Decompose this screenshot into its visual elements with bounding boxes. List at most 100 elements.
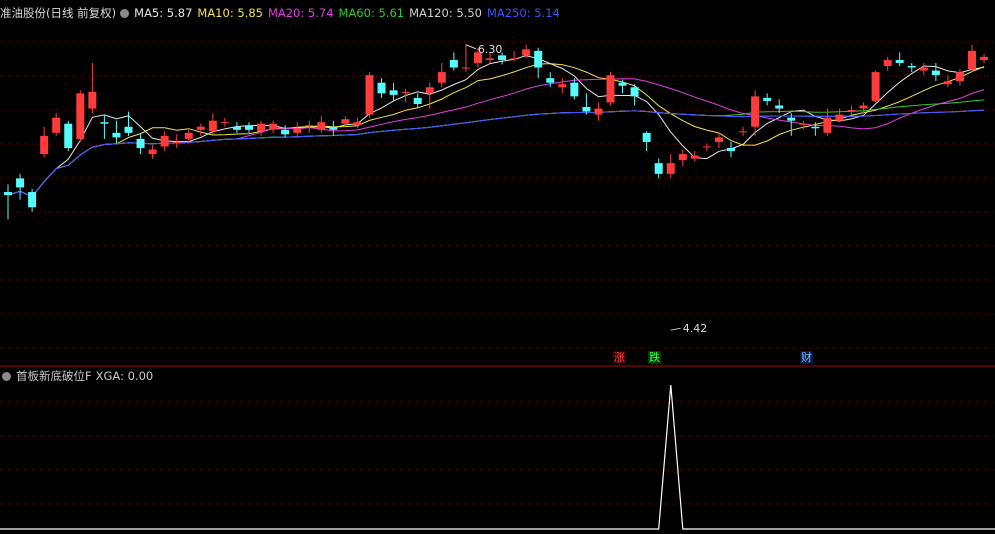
candle-body [196, 126, 205, 130]
candle [943, 75, 952, 88]
candle-body [522, 49, 531, 56]
candle [558, 78, 567, 94]
ma-label-10: MA10: 5.85 [197, 6, 263, 20]
candle [895, 52, 904, 67]
candle [594, 102, 603, 121]
candle-body [16, 178, 25, 188]
candle-body [317, 122, 326, 130]
ma-label-20: MA20: 5.74 [267, 6, 334, 20]
candle [582, 93, 591, 115]
candle [40, 126, 49, 158]
candle-body [763, 97, 772, 101]
candle-body [76, 93, 85, 139]
candle-body [377, 82, 386, 94]
candle [907, 62, 916, 73]
candle-body [943, 81, 952, 85]
candle [534, 47, 543, 79]
candle [739, 126, 748, 136]
moving-average-lines [7, 55, 985, 198]
candle-body [654, 163, 663, 174]
candle-body [172, 141, 181, 144]
candle-body [702, 146, 711, 148]
candle-body [413, 97, 422, 104]
candle [196, 123, 205, 136]
candle [763, 93, 772, 106]
rise-marker[interactable]: 涨 [613, 351, 626, 364]
stock-title[interactable]: 准油股份(日线 前复权) [0, 6, 116, 20]
candle-body [112, 132, 121, 138]
candle [690, 151, 699, 162]
candle-body [594, 108, 603, 115]
candle [100, 114, 109, 139]
price-annotations: 6.30 4.42 [465, 43, 707, 335]
candle-body [666, 163, 675, 174]
candle-body [558, 84, 567, 88]
candle [919, 62, 928, 76]
candle-body [232, 126, 241, 130]
candle [64, 120, 73, 152]
candle-body [630, 87, 639, 97]
candle-body [88, 91, 97, 109]
candle [112, 120, 121, 144]
candle-body [955, 72, 964, 82]
candle-body [871, 72, 880, 101]
candle-body [847, 110, 856, 112]
candle [4, 184, 12, 220]
candle-body [931, 70, 940, 76]
candle [437, 62, 446, 88]
candle [52, 113, 61, 136]
candle-body [570, 82, 579, 97]
candle-body [835, 114, 844, 121]
candle-body [4, 192, 12, 196]
settings-gear-icon[interactable] [120, 9, 130, 18]
ma60-line [7, 99, 985, 198]
candle-body [64, 123, 73, 149]
finance-marker[interactable]: 财 [800, 351, 813, 364]
price-gridlines [0, 41, 995, 349]
candle-body [727, 148, 735, 152]
candle [365, 72, 374, 118]
ma10-line [7, 63, 985, 198]
candle [16, 173, 25, 200]
candle [654, 158, 663, 179]
candle-body [739, 131, 748, 133]
candle-body [811, 126, 820, 129]
main-chart-header: 准油股份(日线 前复权) MA5: 5.87 MA10: 5.85 MA20: 5.7… [0, 4, 995, 22]
indicator-gear-icon[interactable] [2, 372, 11, 381]
candle-body [919, 67, 928, 71]
candle [281, 125, 290, 138]
fall-marker[interactable]: 跌 [648, 351, 661, 364]
chart-canvas: 6.30 4.42 [0, 41, 995, 530]
candle-body [883, 59, 892, 67]
candle [293, 122, 302, 136]
candle-body [365, 75, 374, 115]
candle [377, 78, 386, 98]
candle [461, 44, 470, 73]
candle-body [510, 58, 519, 60]
low_annotation-pointer [670, 327, 681, 331]
candle-body [980, 56, 989, 60]
candle-body [751, 96, 760, 127]
candlestick-series [4, 44, 989, 220]
indicator-header: 首板新底破位F XGA: 0.00 [0, 367, 995, 385]
candle-body [907, 66, 916, 68]
candle-body [245, 125, 253, 130]
candle-body [642, 132, 651, 142]
candle-body [546, 78, 555, 83]
candle [751, 90, 760, 136]
candle-body [389, 90, 398, 95]
candle-body [329, 126, 338, 130]
candle [980, 53, 989, 63]
candle-body [968, 50, 976, 70]
candle-body [257, 123, 266, 132]
candle-body [184, 132, 193, 139]
candle [329, 120, 338, 136]
candle [28, 189, 37, 212]
candle-body [582, 107, 591, 112]
indicator-title[interactable]: 首板新底破位F [16, 369, 92, 383]
indicator-value: XGA: 0.00 [95, 369, 154, 383]
ma-label-250: MA250: 5.14 [486, 6, 560, 20]
candle-body [269, 123, 278, 130]
candle-body [449, 59, 458, 68]
candle-body [690, 155, 699, 159]
